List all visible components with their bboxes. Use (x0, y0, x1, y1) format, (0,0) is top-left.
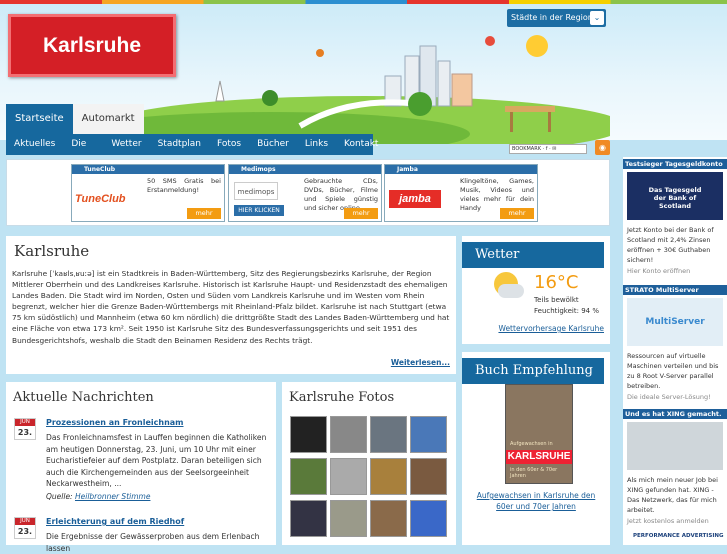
ad-medimops[interactable]: Medimops medimops HIER KLICKEN Gebraucht… (228, 164, 382, 222)
ad-jamba[interactable]: Jamba jamba Klingeltöne, Games, Musik, V… (384, 164, 538, 222)
photos-panel: Karlsruhe Fotos (282, 382, 456, 545)
nav-links[interactable]: Links (297, 134, 336, 155)
header: Karlsruhe Städte in der Region ⌄ Startsei… (0, 4, 727, 170)
rss-icon[interactable]: ◉ (595, 140, 610, 155)
nav-buecher[interactable]: Bücher (249, 134, 297, 155)
photo-thumb[interactable] (410, 500, 447, 537)
site-logo[interactable]: Karlsruhe (8, 14, 176, 77)
photo-thumb[interactable] (330, 416, 367, 453)
book-panel: Buch Empfehlung Aufgewachsen in KARLSRUH… (462, 352, 610, 545)
book-cover-top: Aufgewachsen in (510, 441, 553, 447)
news-body: Das Fronleichnamsfest in Lauffen beginne… (46, 433, 267, 488)
nav-stadtplan[interactable]: Stadtplan (150, 134, 209, 155)
book-cover[interactable]: Aufgewachsen in KARLSRUHE in den 60er & … (505, 384, 573, 484)
tab-automarkt[interactable]: Automarkt (72, 104, 144, 134)
ad-strato-head: STRATO MultiServer (623, 285, 727, 295)
nav-aktuelles[interactable]: Aktuelles (6, 134, 63, 155)
news-panel: Aktuelle Nachrichten JUN 23. Prozessionen… (6, 382, 276, 553)
social-bookmark-bar[interactable]: BOOKMARK · f · ✉ (509, 144, 587, 154)
news-title: Aktuelle Nachrichten (13, 390, 154, 405)
book-cover-sub: in den 60er & 70er Jahren (510, 467, 558, 479)
photo-thumb[interactable] (290, 458, 327, 495)
chevron-down-icon: ⌄ (590, 11, 604, 25)
ad-tuneclub-head: TuneClub (72, 165, 224, 174)
ad-medimops-head: Medimops (229, 165, 381, 174)
photo-thumb[interactable] (330, 500, 367, 537)
regions-label: Städte in der Region (511, 13, 593, 22)
ad-tagesgeld-head: Testsieger Tagesgeldkonto (623, 159, 727, 169)
nav-kontakt[interactable]: Kontakt (336, 134, 386, 155)
news-body: Die Ergebnisse der Gewässerproben aus de… (46, 532, 260, 553)
weather-title: Wetter (462, 242, 604, 268)
book-title: Buch Empfehlung (462, 358, 604, 384)
news-day: 23. (17, 428, 33, 437)
medimops-click-button[interactable]: HIER KLICKEN (234, 205, 284, 216)
intro-text: Karlsruhe [ˈkaʁlsˌʁuːə] ist ein Stadtkre… (12, 269, 450, 345)
news-source-label: Quelle: (46, 492, 73, 501)
photo-thumb[interactable] (410, 416, 447, 453)
news-source-link[interactable]: Heilbronner Stimme (75, 492, 150, 501)
intro-title: Karlsruhe (14, 242, 90, 260)
ad-strip: TuneClub TuneClub 50 SMS Gratis bei Erst… (6, 159, 610, 226)
ad-strato-sub: Die ideale Server-Lösung! (627, 393, 711, 401)
city-illustration (120, 35, 610, 144)
ad-strato-text: Ressourcen auf virtuelle Maschinen verte… (627, 352, 719, 390)
regions-dropdown[interactable]: Städte in der Region ⌄ (507, 9, 606, 27)
news-date: JUN 23. (14, 418, 36, 440)
ad-tagesgeld-text: Jetzt Konto bei der Bank of Scotland mit… (627, 226, 714, 264)
ad-jamba-head: Jamba (385, 165, 537, 174)
ad-xing-image (627, 422, 723, 470)
ad-strato[interactable]: STRATO MultiServer MultiServer Ressource… (623, 285, 727, 402)
weather-forecast-link[interactable]: Wettervorhersage Karlsruhe (498, 324, 604, 333)
primary-nav: Startseite Automarkt (6, 104, 144, 134)
nav-die-stadt[interactable]: Die Stadt (63, 134, 103, 170)
photo-thumb[interactable] (330, 458, 367, 495)
news-month: JUN (15, 419, 35, 426)
book-caption-link[interactable]: Aufgewachsen in Karlsruhe den 60er und 7… (476, 490, 596, 512)
right-ad-column: Testsieger Tagesgeldkonto Das Tagesgeld … (623, 157, 727, 545)
jamba-logo: jamba (389, 190, 441, 208)
ad-xing-head: Und es hat XING gemacht. (623, 409, 727, 419)
photo-thumb[interactable] (290, 416, 327, 453)
news-headline-link[interactable]: Erleichterung auf dem Riedhof (46, 517, 184, 526)
photos-title: Karlsruhe Fotos (289, 390, 395, 405)
ad-xing-sub: Jetzt kostenlos anmelden (627, 517, 709, 525)
news-headline-link[interactable]: Prozessionen an Fronleichnam (46, 418, 184, 427)
photo-thumb[interactable] (370, 500, 407, 537)
ad-strato-image: MultiServer (627, 298, 723, 346)
news-month: JUN (15, 518, 35, 525)
weather-panel: Wetter 16°C Teils bewölkt Feuchtigkeit: … (462, 236, 610, 344)
weather-temp: 16°C (534, 272, 579, 293)
ad-medimops-mehr-button[interactable]: mehr (344, 208, 378, 219)
news-source: Quelle: Heilbronner Stimme (46, 492, 150, 501)
ad-tagesgeld-sub: Hier Konto eröffnen (627, 267, 691, 275)
ad-tuneclub-mehr-button[interactable]: mehr (187, 208, 221, 219)
photo-thumb[interactable] (370, 416, 407, 453)
performance-advertising-label: PERFORMANCE ADVERTISING (633, 533, 724, 539)
photo-thumb[interactable] (370, 458, 407, 495)
medimops-logo: medimops (234, 182, 278, 200)
ad-tuneclub[interactable]: TuneClub TuneClub 50 SMS Gratis bei Erst… (71, 164, 225, 222)
book-cover-title: KARLSRUHE (506, 450, 572, 464)
secondary-nav: Aktuelles Die Stadt Wetter Stadtplan Fot… (6, 134, 378, 170)
ad-tagesgeld[interactable]: Testsieger Tagesgeldkonto Das Tagesgeld … (623, 159, 727, 276)
intro-panel: Karlsruhe Karlsruhe [ˈkaʁlsˌʁuːə] ist ei… (6, 236, 456, 374)
ad-tagesgeld-image: Das Tagesgeld der Bank of Scotland (627, 172, 723, 220)
tab-startseite[interactable]: Startseite (6, 104, 73, 134)
news-day: 23. (17, 527, 33, 536)
nav-wetter[interactable]: Wetter (103, 134, 149, 155)
ad-tuneclub-text: 50 SMS Gratis bei Erstanmeldung! (147, 177, 221, 194)
partly-cloudy-icon (490, 272, 524, 302)
ad-xing[interactable]: Und es hat XING gemacht. Als mich mein n… (623, 409, 727, 526)
weather-condition: Teils bewölkt (534, 296, 579, 304)
news-date: JUN 23. (14, 517, 36, 539)
photo-thumb[interactable] (290, 500, 327, 537)
ad-xing-text: Als mich mein neuer Job bei XING gefunde… (627, 476, 718, 514)
photo-thumb[interactable] (410, 458, 447, 495)
ad-jamba-mehr-button[interactable]: mehr (500, 208, 534, 219)
tuneclub-logo: TuneClub (75, 193, 126, 205)
weiterlesen-link[interactable]: Weiterlesen... (391, 358, 450, 367)
nav-fotos[interactable]: Fotos (209, 134, 249, 155)
weather-humidity: Feuchtigkeit: 94 % (534, 307, 599, 315)
